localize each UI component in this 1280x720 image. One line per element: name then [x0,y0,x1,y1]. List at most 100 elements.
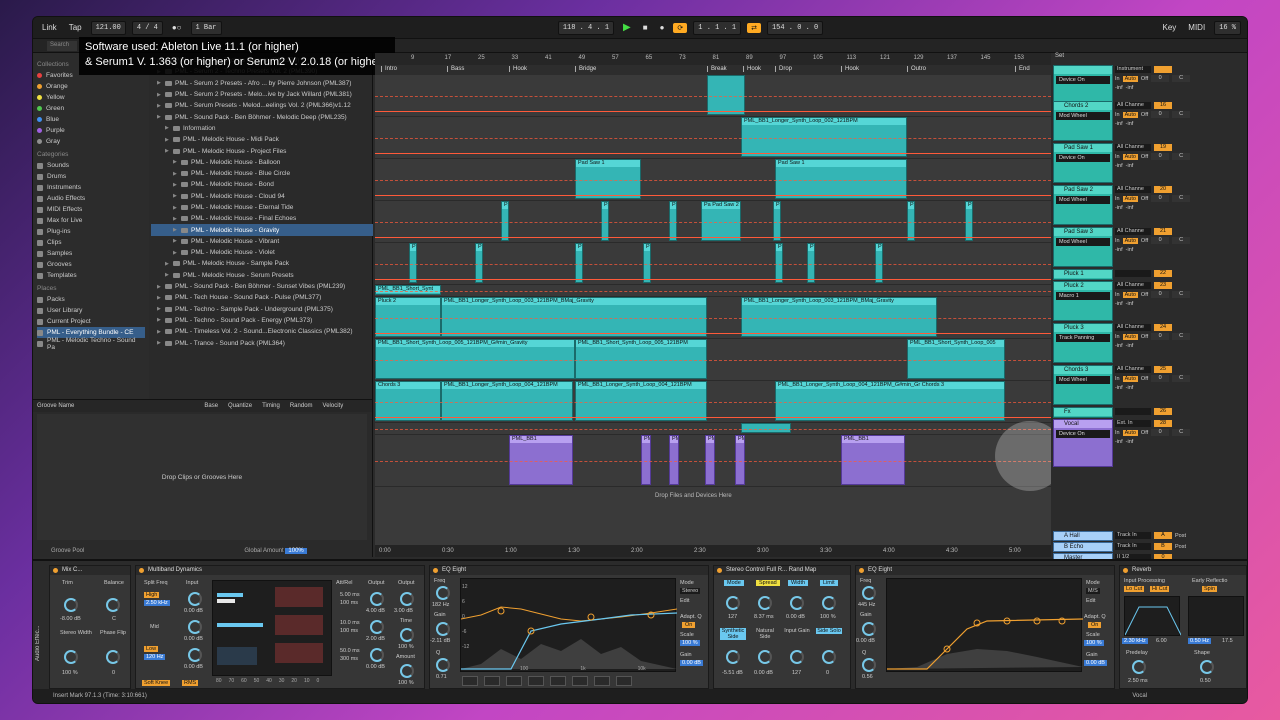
clip[interactable]: PML_BB1_Longer_Synth_Loop_004_121BPM [575,381,707,421]
low-freq-value[interactable]: 120 Hz [144,654,166,660]
browser-list-item[interactable]: ▶ PML - Melodic House - Project Files [151,145,373,156]
tempo-field[interactable]: 121.00 [90,20,126,35]
input-gain-knob[interactable] [790,650,804,664]
groove-column-header[interactable]: Velocity [323,403,344,409]
spread-button[interactable]: Spread [756,580,780,586]
clip[interactable]: PML_BB1_Longer_Synth_Loop_003_121BPM_BMa… [741,297,937,337]
expand-arrow-icon[interactable]: ▶ [173,171,181,177]
pan-value[interactable]: C [1172,237,1191,244]
hi-cut-button[interactable]: Hi Cut [1150,586,1170,592]
send-b-value[interactable]: -inf [1126,301,1134,307]
automation-select[interactable]: Device On [1056,430,1110,438]
monitor-off[interactable]: Off [1141,376,1148,382]
automation-select[interactable]: Device On [1056,76,1110,84]
category-item[interactable]: Max for Live [37,215,145,226]
predelay-knob[interactable] [1132,660,1146,674]
clip[interactable]: P [875,243,883,283]
expand-arrow-icon[interactable]: ▶ [165,272,173,278]
place-item[interactable]: PML - Melodic Techno - Sound Pa [37,337,145,351]
clip[interactable]: PM [735,435,745,485]
monitor-in[interactable]: In [1115,334,1120,340]
volume-value[interactable]: 0 [1151,153,1170,160]
clip[interactable]: Pad Saw 1 [775,159,907,199]
send-a-value[interactable]: -inf [1115,121,1123,127]
track-number[interactable]: 25 [1154,366,1172,373]
side-solo-knob[interactable] [822,650,836,664]
category-item[interactable]: Grooves [37,259,145,270]
category-item[interactable]: MIDI Effects [37,204,145,215]
track-name[interactable]: Pad Saw 3 [1054,228,1112,236]
send-b-value[interactable]: -inf [1126,439,1134,445]
loop-length[interactable]: 154 . 0 . 0 [766,20,824,35]
groove-drop-area[interactable]: Drop Clips or Grooves Here [37,414,367,540]
clip[interactable]: PML_BB1_Short_Synth_Loop_005 [907,339,1005,379]
monitor-off[interactable]: Off [1141,292,1148,298]
track-lane[interactable]: Pluck 2 PML_BB1_Longer_Synth_Loop_003_121… [375,297,1051,339]
send-b-value[interactable]: -inf [1126,247,1134,253]
category-item[interactable]: Drums [37,171,145,182]
automation-select[interactable]: Track Panning [1056,334,1110,342]
spin-amount-value[interactable]: 17.5 [1222,638,1233,644]
return-input-select[interactable]: Track In [1115,543,1151,550]
clip[interactable]: PML_BB1_Short_Synth_Loop_005_121BPM [575,339,707,379]
clip[interactable]: P [775,243,783,283]
pan-value[interactable]: C [1172,291,1191,298]
return-track-name[interactable]: A Hall [1054,532,1112,540]
track-lane[interactable]: PML_BB1_Short_Synth_Loop_005_121BPM_G#mi… [375,339,1051,381]
eq1-adapt-toggle[interactable]: On [682,622,696,628]
clip[interactable]: Pa [501,201,509,241]
mixer-track[interactable]: Pluck 1 [1053,269,1113,280]
eq-band-filter-icon[interactable] [462,676,478,686]
trim-knob[interactable] [64,598,78,612]
category-item[interactable]: Sounds [37,160,145,171]
low-output-knob[interactable] [370,648,384,662]
monitor-in[interactable]: In [1115,292,1120,298]
track-number[interactable]: 19 [1154,144,1172,151]
browser-list-item[interactable]: ▶ PML - Melodic House - Violet [151,247,373,258]
track-lane[interactable] [375,423,1051,435]
send-a-value[interactable]: -inf [1115,439,1123,445]
collection-item[interactable]: Purple [37,125,145,136]
volume-value[interactable]: 0 [1151,75,1170,82]
place-item[interactable]: User Library [37,305,145,316]
spin-rate-value[interactable]: 0.50 Hz [1188,638,1211,644]
monitor-off[interactable]: Off [1141,112,1148,118]
automation-line[interactable] [375,333,1051,334]
track-name[interactable]: Fx [1054,408,1112,416]
clip[interactable]: Pad Saw 1 [575,159,641,199]
browser-list-item[interactable]: ▶ PML - Serum Presets - Melod...eelings V… [151,100,373,111]
track-lane[interactable]: PML_BB1_Short_Synt [375,285,1051,297]
eq-band-filter-icon[interactable] [550,676,566,686]
input-select[interactable] [1115,408,1151,415]
arrangement-position[interactable]: 118 . 4 . 1 [557,20,615,35]
locator-marker[interactable]: Hook [509,66,527,72]
send-b-value[interactable]: -inf [1126,385,1134,391]
browser-list-item[interactable]: ▶ PML - Sound Pack - Ben Böhmer - Sunset … [151,281,373,292]
expand-arrow-icon[interactable]: ▶ [157,317,165,323]
return-track[interactable]: A Hall [1053,531,1113,541]
locator-marker[interactable]: End [1015,66,1030,72]
input-select[interactable]: All Channe [1115,102,1151,109]
reverb-spin-display[interactable] [1188,596,1244,636]
track-number[interactable] [1154,66,1172,73]
rel-value-high[interactable]: 100 ms [340,600,358,606]
clip[interactable]: PML_BB1 [841,435,905,485]
clip[interactable]: PML_BB1 [509,435,573,485]
clip[interactable]: P [409,243,417,283]
automation-line[interactable] [375,237,1051,238]
expand-arrow-icon[interactable]: ▶ [157,80,165,86]
shape-knob[interactable] [1200,660,1214,674]
arrangement-view[interactable]: 9 17 25 33 41 49 57 65 73 81 89 97 105 113 121 129 137 14… [375,53,1065,557]
play-icon[interactable]: ▶ [620,22,634,33]
high-freq-value[interactable]: 2.50 kHz [144,600,170,606]
width-button[interactable]: Width [788,580,809,586]
mode-knob[interactable] [726,596,740,610]
browser-list-item[interactable]: ▶ PML - Techno - Sound Pack - Energy (PML… [151,315,373,326]
monitor-auto[interactable]: Auto [1122,375,1138,382]
locator-marker[interactable]: Bass [447,66,464,72]
tap-button[interactable]: Tap [66,23,85,32]
stop-icon[interactable]: ■ [640,23,651,32]
input-select[interactable]: All Channe [1115,366,1151,373]
eq2-gain-knob[interactable] [862,622,876,636]
eq2-title[interactable]: EQ Eight [856,566,1114,575]
